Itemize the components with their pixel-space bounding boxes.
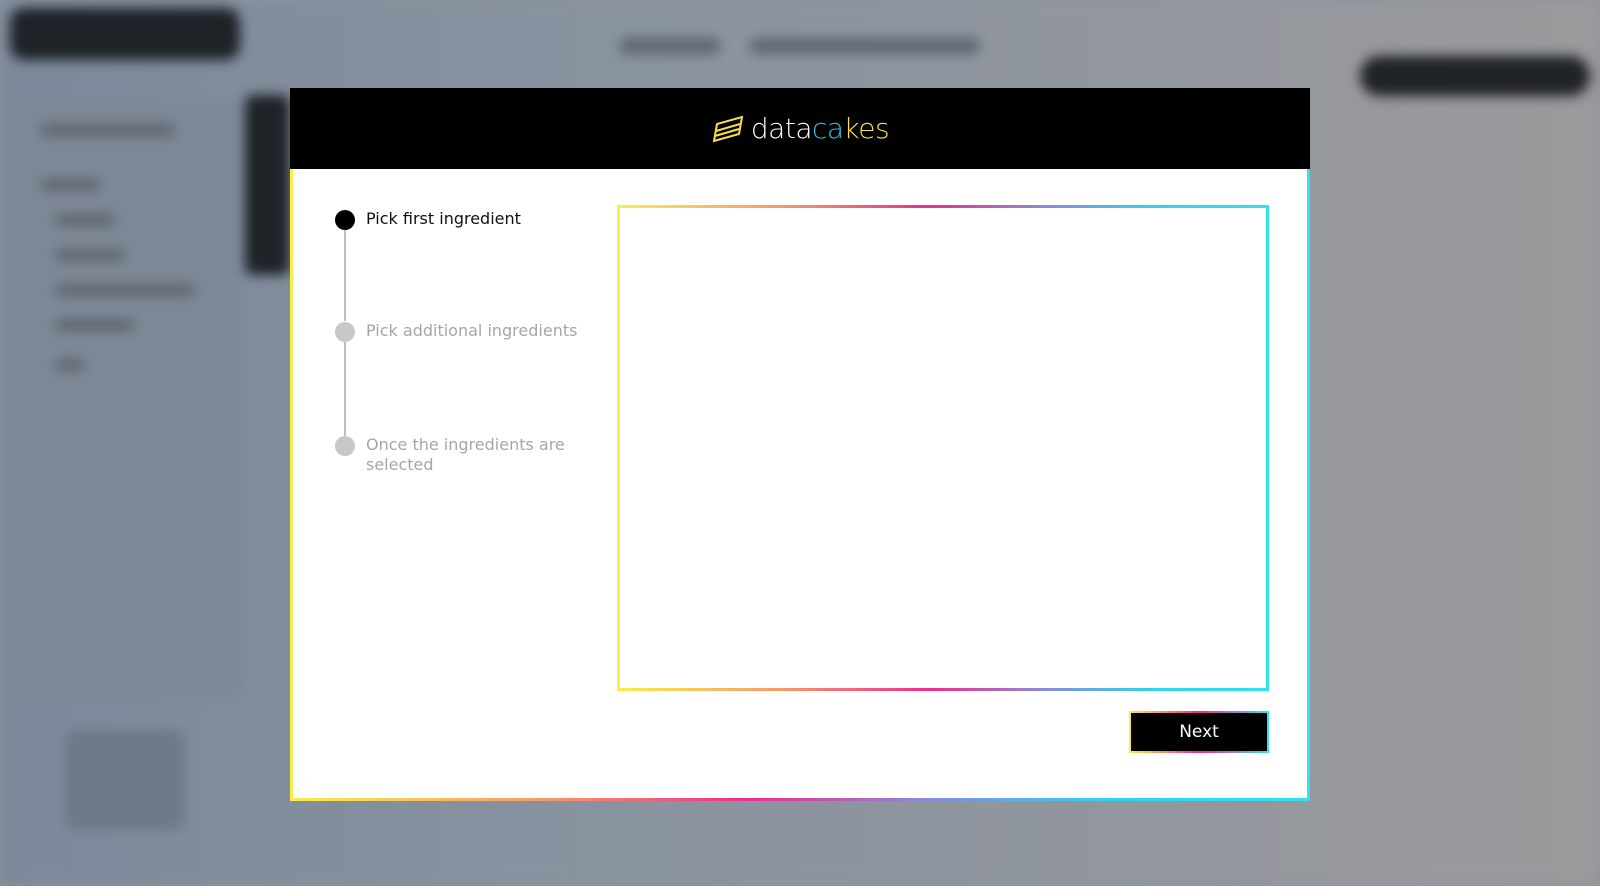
wizard-step-pick-additional-ingredients[interactable]: Pick additional ingredients [335, 321, 586, 342]
step-content-area[interactable] [620, 208, 1266, 688]
background-nav-text [40, 125, 175, 135]
stacked-cake-layers-icon [712, 115, 744, 142]
wizard-step-ingredients-selected[interactable]: Once the ingredients are selected [335, 435, 586, 475]
background-nav-text [55, 320, 135, 330]
next-button-label: Next [1131, 713, 1267, 751]
step-content-frame [617, 205, 1269, 691]
modal-header: datacakes [290, 88, 1310, 169]
background-card [65, 730, 185, 830]
background-nav-text [55, 285, 195, 295]
step-label: Pick additional ingredients [366, 321, 578, 340]
background-subtitle-text [750, 38, 980, 54]
logo-wordmark-part: data [750, 112, 813, 145]
next-button[interactable]: Next [1129, 711, 1269, 753]
step-indicator-inactive [335, 322, 355, 342]
background-dark-strip [245, 95, 290, 275]
step-label: Once the ingredients are selected [366, 435, 565, 474]
modal-body: Pick first ingredient Pick additional in… [290, 169, 1310, 801]
step-label: Pick first ingredient [366, 209, 521, 228]
stepper-connector-line [344, 229, 346, 321]
stepper-connector-line [344, 342, 346, 436]
modal-content: Pick first ingredient Pick additional in… [293, 169, 1307, 798]
step-indicator-active [335, 210, 355, 230]
step-indicator-inactive [335, 436, 355, 456]
background-title-text [620, 38, 720, 54]
logo-wordmark-part: kes [843, 112, 890, 145]
logo-wordmark-part: ca [811, 112, 844, 145]
datacakes-logo: datacakes [711, 112, 890, 145]
background-nav-text [55, 250, 125, 260]
wizard-modal: datacakes Pick first ingredient Pick add… [290, 88, 1310, 801]
logo-wordmark: datacakes [750, 112, 890, 145]
background-action-block [1360, 56, 1590, 96]
background-sidebar [20, 100, 240, 700]
background-nav-text [55, 360, 85, 370]
background-logo-block [10, 8, 240, 60]
background-nav-text [55, 215, 115, 225]
wizard-step-pick-first-ingredient[interactable]: Pick first ingredient [335, 209, 586, 230]
background-nav-text [40, 180, 100, 190]
